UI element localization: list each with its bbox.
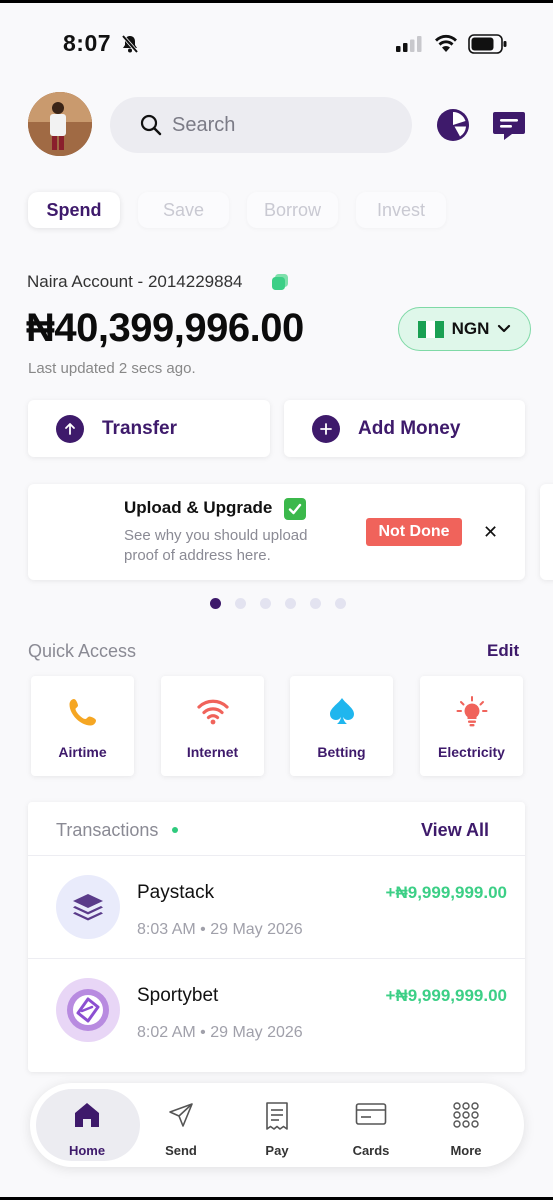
carousel-dot[interactable] (210, 598, 221, 609)
nav-label: Send (165, 1143, 197, 1158)
quick-access-edit-link[interactable]: Edit (487, 641, 519, 661)
view-all-link[interactable]: View All (421, 820, 489, 841)
transactions-title: Transactions (56, 820, 159, 840)
carousel-dot[interactable] (310, 598, 321, 609)
tab-borrow[interactable]: Borrow (247, 192, 338, 228)
tab-save[interactable]: Save (138, 192, 229, 228)
tab-invest[interactable]: Invest (356, 192, 446, 228)
live-indicator-dot (172, 827, 178, 833)
quick-access-airtime[interactable]: Airtime (31, 676, 134, 776)
transaction-amount: +₦9,999,999.00 (385, 883, 507, 902)
upgrade-card[interactable]: Upload & Upgrade See why you should uplo… (28, 484, 525, 580)
transaction-time: 8:03 AM • 29 May 2026 (137, 921, 303, 938)
paystack-logo-icon (56, 875, 120, 939)
carousel-dot[interactable] (335, 598, 346, 609)
avatar-photo (28, 92, 92, 156)
quick-access-label: Electricity (438, 744, 505, 760)
quick-access-electricity[interactable]: Electricity (420, 676, 523, 776)
messages-icon[interactable] (492, 108, 526, 142)
nigeria-flag-icon (417, 320, 444, 338)
transaction-row[interactable]: Sportybet 8:02 AM • 29 May 2026 +₦9,999,… (28, 959, 525, 1062)
carousel-dot[interactable] (285, 598, 296, 609)
copy-icon[interactable] (270, 272, 290, 292)
account-balance: ₦40,399,996.00 (26, 306, 304, 350)
transaction-time: 8:02 AM • 29 May 2026 (137, 1024, 303, 1041)
upgrade-description: See why you should upload proof of addre… (124, 527, 308, 564)
currency-code: NGN (451, 319, 490, 338)
nav-home[interactable]: Home (47, 1101, 127, 1158)
transaction-name: Sportybet (137, 985, 219, 1006)
profile-avatar[interactable] (28, 92, 92, 156)
quick-access-label: Airtime (58, 744, 107, 760)
wifi-icon (196, 699, 229, 725)
last-updated-text: Last updated 2 secs ago. (28, 360, 196, 377)
status-badge: Not Done (366, 518, 462, 546)
status-bar: 8:07 (0, 26, 553, 62)
add-money-button[interactable]: Add Money (284, 400, 525, 457)
nav-send[interactable]: Send (141, 1101, 221, 1158)
search-bar[interactable] (110, 97, 412, 153)
nav-label: Pay (265, 1143, 289, 1158)
bottom-navigation: Home Send Pay Cards More (30, 1083, 524, 1167)
chevron-down-icon (498, 324, 511, 333)
nav-pay[interactable]: Pay (237, 1101, 317, 1158)
check-mark-icon (284, 498, 306, 520)
nav-cards[interactable]: Cards (331, 1101, 411, 1158)
transaction-name: Paystack (137, 882, 215, 903)
nav-label: Cards (352, 1143, 390, 1158)
quick-access-label: Internet (186, 744, 239, 760)
wifi-status-icon (435, 34, 457, 52)
card-icon (355, 1103, 387, 1125)
send-icon (169, 1103, 193, 1127)
status-time: 8:07 (63, 30, 112, 56)
screen-edge-top (0, 0, 553, 3)
upgrade-title: Upload & Upgrade (124, 498, 273, 517)
close-icon[interactable]: ✕ (483, 522, 498, 543)
home-icon (75, 1103, 99, 1127)
transaction-amount: +₦9,999,999.00 (385, 986, 507, 1005)
phone-icon (69, 699, 96, 726)
receipt-icon (266, 1102, 288, 1130)
arrow-up-icon (56, 414, 84, 443)
transactions-header: Transactions View All (28, 802, 525, 856)
currency-selector[interactable]: NGN (398, 307, 531, 351)
search-icon (140, 114, 162, 136)
plus-icon (312, 414, 340, 443)
cellular-signal-icon (396, 36, 422, 52)
transactions-card: Transactions View All Paystack 8:03 AM •… (28, 802, 525, 1072)
analytics-pie-icon[interactable] (436, 108, 470, 142)
quick-access-title: Quick Access (28, 641, 137, 661)
account-label: Naira Account - 2014229884 (27, 272, 243, 291)
tab-spend[interactable]: Spend (28, 192, 120, 228)
nav-label: More (450, 1143, 482, 1158)
spade-icon (329, 698, 354, 724)
quick-access-internet[interactable]: Internet (161, 676, 264, 776)
battery-icon (468, 34, 507, 54)
carousel-dot[interactable] (260, 598, 271, 609)
carousel-indicator (210, 598, 346, 609)
add-money-label: Add Money (358, 417, 461, 439)
carousel-dot[interactable] (235, 598, 246, 609)
bell-muted-icon (121, 34, 139, 54)
bulb-icon (456, 696, 487, 727)
next-carousel-card[interactable] (540, 484, 553, 580)
sportybet-logo-icon (56, 978, 120, 1042)
quick-access-betting[interactable]: Betting (290, 676, 393, 776)
search-input[interactable] (172, 97, 392, 153)
transaction-row[interactable]: Paystack 8:03 AM • 29 May 2026 +₦9,999,9… (28, 856, 525, 959)
transfer-button[interactable]: Transfer (28, 400, 270, 457)
grid-icon (453, 1102, 479, 1128)
transfer-label: Transfer (102, 417, 177, 439)
nav-more[interactable]: More (426, 1101, 506, 1158)
nav-label: Home (68, 1143, 106, 1158)
quick-access-label: Betting (317, 744, 366, 760)
